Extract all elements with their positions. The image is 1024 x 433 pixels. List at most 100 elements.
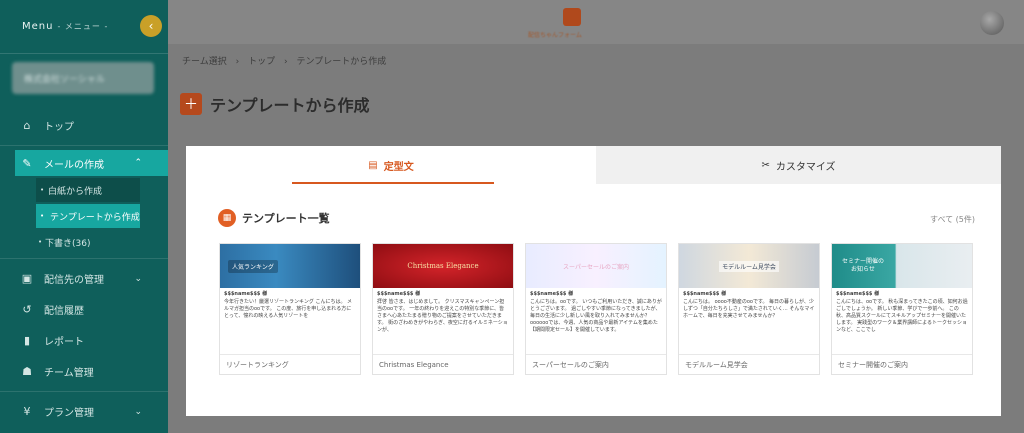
sidebar-nav: ⌂ トップ ✎ メールの作成 ⌃ • 白紙から作成 • テンプレートから作成 •… — [0, 110, 168, 427]
card-preview: $$$name$$$ 様 拝啓 皆さま、はじめまして。 クリスマスキャンペーン担… — [373, 288, 513, 354]
template-list-icon: ▦ — [218, 209, 236, 227]
card-name: セミナー開催のご案内 — [832, 354, 972, 374]
sidebar-item-label: レポート — [44, 337, 84, 348]
thumbnail-text: スーパーセールのご案内 — [563, 263, 629, 271]
sidebar-item-top[interactable]: ⌂ トップ — [0, 110, 168, 141]
page-title: ＋ テンプレートから作成 — [180, 92, 370, 116]
subitem-template[interactable]: • テンプレートから作成 — [36, 204, 140, 228]
breadcrumb: チーム選択 › トップ › テンプレートから作成 — [182, 54, 392, 67]
thumbnail-text: セミナー開催のお知らせ — [842, 258, 885, 273]
sidebar-item-label: 配信先の管理 — [44, 275, 104, 286]
sidebar-item-label: メールの作成 — [44, 159, 104, 171]
recipient-placeholder: $$$name$$$ 様 — [224, 291, 268, 297]
template-card[interactable]: モデルルーム見学会 $$$name$$$ 様 こんにちは。 oooo不動産のoo… — [678, 243, 820, 375]
divider — [0, 258, 168, 259]
view-all-link[interactable]: すべて (5件) — [930, 214, 975, 225]
chevron-down-icon: ⌄ — [134, 406, 142, 417]
template-panel: ▤ 定型文 ✂ カスタマイズ ▦ テンプレート一覧 すべて (5件) 人気ランキ… — [186, 146, 1001, 416]
breadcrumb-separator: › — [235, 57, 240, 67]
card-thumbnail: 人気ランキング — [220, 244, 360, 288]
recipient-placeholder: $$$name$$$ 様 — [530, 291, 574, 297]
bullet-icon: • — [40, 212, 45, 220]
recipient-placeholder: $$$name$$$ 様 — [836, 291, 880, 297]
card-name: Christmas Elegance — [373, 354, 513, 374]
recipient-placeholder: $$$name$$$ 様 — [683, 291, 727, 297]
card-name: リゾートランキング — [220, 354, 360, 374]
tab-fixed-text[interactable]: ▤ 定型文 — [186, 146, 596, 184]
brand-text: 配信ちゃんフォーム — [528, 32, 582, 39]
thumbnail-text: モデルルーム見学会 — [719, 260, 779, 272]
active-tab-indicator — [292, 182, 494, 184]
card-name: モデルルーム見学会 — [679, 354, 819, 374]
card-preview: $$$name$$$ 様 こんにちは。ooです。 いつもご利用いただき、誠にあり… — [526, 288, 666, 354]
tab-customize[interactable]: ✂ カスタマイズ — [596, 146, 1001, 184]
thumbnail-text: 人気ランキング — [228, 260, 278, 273]
chevron-down-icon: ⌄ — [134, 273, 142, 284]
document-icon: ▤ — [368, 159, 378, 171]
brand-logo-icon — [563, 8, 581, 26]
sidebar-item-label: プラン管理 — [44, 408, 94, 419]
tabs: ▤ 定型文 ✂ カスタマイズ — [186, 146, 1001, 184]
card-thumbnail: Christmas Elegance — [373, 244, 513, 288]
subitem-label: テンプレートから作成 — [50, 212, 140, 223]
bullet-icon: • — [38, 238, 43, 246]
preview-text: こんにちは。 oooo不動産のooです。 毎日の暮らしが、少しずつ「自分たちらし… — [683, 299, 815, 319]
home-icon: ⌂ — [23, 119, 31, 132]
collapse-sidebar-button[interactable]: ‹ — [140, 15, 162, 37]
avatar[interactable] — [980, 11, 1004, 35]
card-preview: $$$name$$$ 様 こんにちは、ooです。 秋も深まってきたこの頃、如何お… — [832, 288, 972, 354]
tools-icon: ✂ — [761, 159, 770, 171]
breadcrumb-top[interactable]: トップ — [248, 57, 275, 67]
yen-icon: ¥ — [23, 405, 31, 418]
subitem-drafts[interactable]: • 下書き(36) — [0, 230, 168, 254]
team-selector[interactable]: 株式会社ソーシャル — [12, 62, 154, 94]
sidebar-item-label: トップ — [44, 122, 74, 133]
sidebar-item-plan[interactable]: ¥ プラン管理 ⌄ — [0, 396, 168, 427]
thumbnail-text: Christmas Elegance — [407, 262, 479, 270]
sidebar-item-recipients[interactable]: ▣ 配信先の管理 ⌄ — [0, 263, 168, 294]
subitem-blank[interactable]: • 白紙から作成 — [36, 178, 140, 202]
subitem-label: 下書き(36) — [45, 238, 91, 249]
card-preview: $$$name$$$ 様 今年行きたい！厳選リゾートランキング こんにちは。 メ… — [220, 288, 360, 354]
pencil-icon: ✎ — [22, 156, 32, 170]
breadcrumb-current: テンプレートから作成 — [296, 57, 387, 67]
sidebar: Menu - メニュー - ‹ 株式会社ソーシャル ⌂ トップ ✎ メールの作成… — [0, 0, 168, 433]
breadcrumb-separator: › — [283, 57, 288, 67]
card-thumbnail: スーパーセールのご案内 — [526, 244, 666, 288]
top-bar: 配信ちゃんフォーム — [168, 0, 1024, 44]
card-thumbnail: セミナー開催のお知らせ — [832, 244, 972, 288]
card-thumbnail: モデルルーム見学会 — [679, 244, 819, 288]
card-preview: $$$name$$$ 様 こんにちは。 oooo不動産のooです。 毎日の暮らし… — [679, 288, 819, 354]
recipient-placeholder: $$$name$$$ 様 — [377, 291, 421, 297]
breadcrumb-team-select[interactable]: チーム選択 — [182, 57, 227, 67]
team-icon: ☗ — [22, 365, 32, 378]
sidebar-item-history[interactable]: ↺ 配信履歴 — [0, 294, 168, 325]
sidebar-item-report[interactable]: ▮ レポート — [0, 325, 168, 356]
contact-icon: ▣ — [21, 272, 33, 285]
bullet-icon: • — [40, 186, 45, 194]
tab-label: カスタマイズ — [775, 161, 836, 173]
history-icon: ↺ — [22, 303, 32, 316]
template-icon: ＋ — [180, 93, 202, 115]
section-title: テンプレート一覧 — [242, 212, 330, 225]
team-name: 株式会社ソーシャル — [24, 74, 105, 85]
sidebar-item-create-mail[interactable]: ✎ メールの作成 ⌃ — [15, 150, 168, 176]
sidebar-item-team[interactable]: ☗ チーム管理 — [0, 356, 168, 387]
chart-icon: ▮ — [23, 334, 31, 347]
sidebar-item-label: 配信履歴 — [44, 306, 84, 317]
template-card[interactable]: 人気ランキング $$$name$$$ 様 今年行きたい！厳選リゾートランキング … — [219, 243, 361, 375]
tab-label: 定型文 — [383, 161, 414, 173]
preview-text: 今年行きたい！厳選リゾートランキング こんにちは。 メルマガ担当のooです。 こ… — [224, 299, 353, 319]
subitem-label: 白紙から作成 — [48, 186, 103, 197]
sidebar-item-label: チーム管理 — [44, 368, 94, 379]
preview-text: こんにちは、ooです。 秋も深まってきたこの頃、如何お過ごしでしょうか。 新しい… — [836, 299, 968, 333]
preview-text: こんにちは。ooです。 いつもご利用いただき、誠にありがとうございます。 過ごし… — [530, 299, 662, 333]
section-header: ▦ テンプレート一覧 — [218, 209, 330, 227]
template-card[interactable]: スーパーセールのご案内 $$$name$$$ 様 こんにちは。ooです。 いつも… — [525, 243, 667, 375]
template-card[interactable]: セミナー開催のお知らせ $$$name$$$ 様 こんにちは、ooです。 秋も深… — [831, 243, 973, 375]
card-name: スーパーセールのご案内 — [526, 354, 666, 374]
menu-label: Menu — [22, 21, 54, 32]
preview-text: 拝啓 皆さま、はじめまして。 クリスマスキャンペーン担当のooです。 一年の終わ… — [377, 299, 508, 333]
template-card[interactable]: Christmas Elegance $$$name$$$ 様 拝啓 皆さま、は… — [372, 243, 514, 375]
divider — [0, 391, 168, 392]
